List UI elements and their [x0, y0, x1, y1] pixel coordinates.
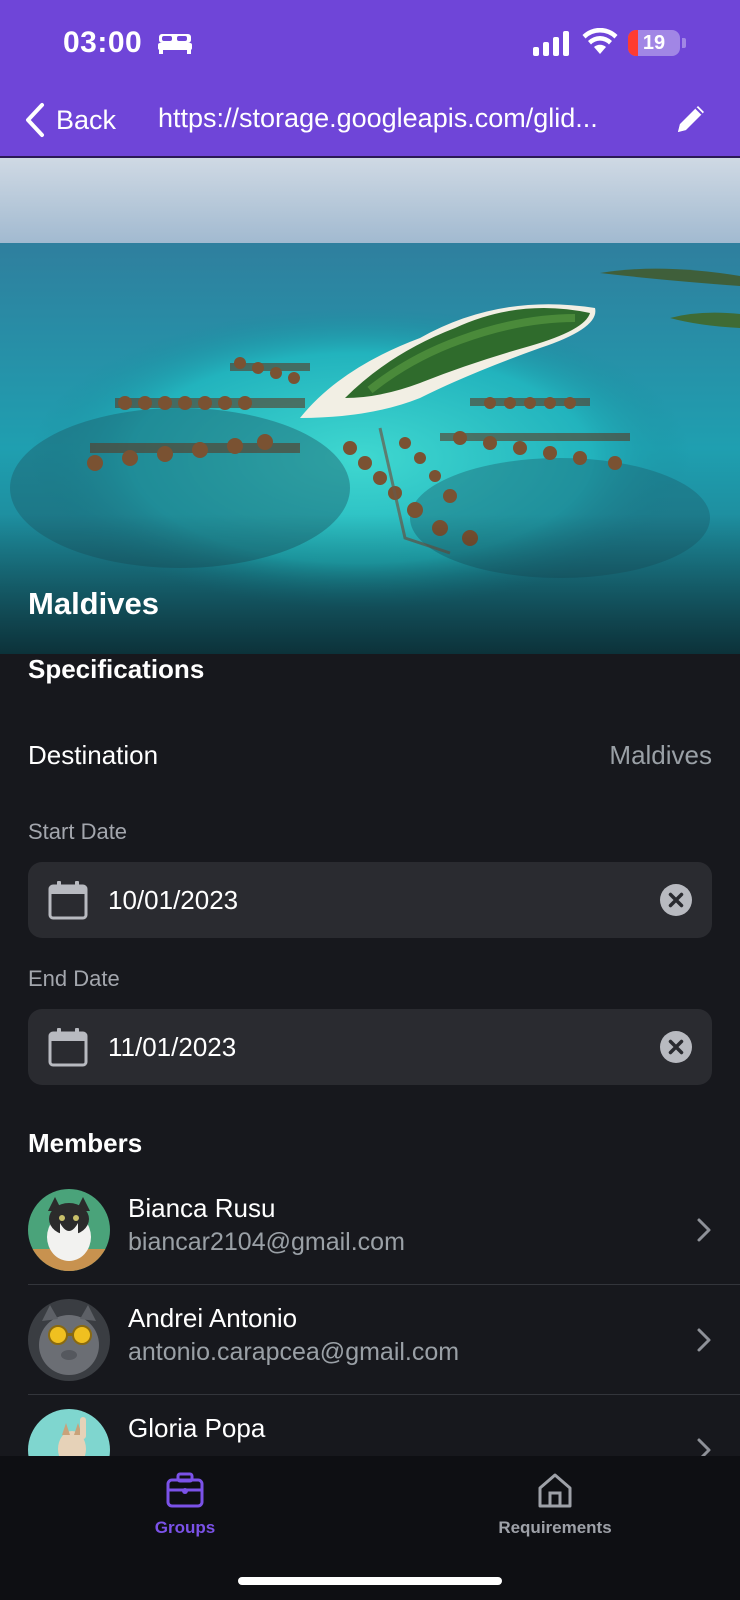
hero-shade — [0, 514, 740, 654]
clear-icon[interactable] — [660, 1031, 692, 1063]
pencil-icon[interactable] — [672, 100, 710, 138]
destination-value: Maldives — [609, 739, 712, 770]
tab-bar: Groups Requirements — [0, 1456, 740, 1600]
battery-nub — [682, 38, 686, 48]
hero-image: Maldives — [0, 158, 740, 654]
start-date-field[interactable]: 10/01/2023 — [28, 862, 712, 938]
member-name: Bianca Rusu — [128, 1193, 276, 1223]
chevron-right-icon — [697, 1218, 711, 1242]
end-date-field[interactable]: 11/01/2023 — [28, 1009, 712, 1085]
back-button[interactable]: Back — [24, 100, 116, 140]
wifi-icon — [582, 28, 618, 54]
briefcase-icon — [166, 1472, 204, 1508]
member-email: biancar2104@gmail.com — [128, 1228, 405, 1256]
tab-requirements[interactable]: Requirements — [455, 1470, 655, 1550]
back-label: Back — [56, 104, 117, 135]
chevron-left-icon — [26, 103, 44, 137]
tab-requirements-label: Requirements — [498, 1518, 612, 1537]
avatar — [28, 1189, 110, 1271]
member-row[interactable]: Andrei Antonio antonio.carapcea@gmail.co… — [28, 1285, 740, 1395]
app-header: 03:00 19 Back https://storage.googleapis… — [0, 0, 740, 158]
calendar-icon — [48, 881, 88, 920]
calendar-icon — [48, 1028, 88, 1067]
end-date-label: End Date — [28, 966, 120, 991]
tab-groups-label: Groups — [154, 1518, 216, 1537]
member-row[interactable]: Bianca Rusu biancar2104@gmail.com — [28, 1175, 740, 1285]
member-name: Andrei Antonio — [128, 1303, 298, 1333]
battery-icon: 19 — [628, 30, 680, 56]
avatar — [28, 1299, 110, 1381]
destination-row: Destination Maldives — [28, 735, 712, 775]
specifications-heading: Specifications — [28, 654, 205, 684]
tab-groups[interactable]: Groups — [85, 1470, 285, 1550]
destination-label: Destination — [28, 739, 159, 770]
member-email: antonio.carapcea@gmail.com — [128, 1338, 460, 1366]
home-indicator[interactable] — [238, 1577, 502, 1585]
bed-icon — [158, 34, 192, 54]
end-date-value: 11/01/2023 — [108, 1032, 237, 1062]
home-icon — [538, 1473, 572, 1508]
signal-icon — [533, 30, 569, 56]
nav-title: https://storage.googleapis.com/glid... — [158, 103, 598, 133]
clear-icon[interactable] — [660, 884, 692, 916]
start-date-value: 10/01/2023 — [108, 885, 239, 915]
chevron-right-icon — [697, 1328, 711, 1352]
hero-title: Maldives — [28, 586, 159, 621]
battery-level: 19 — [642, 32, 666, 54]
members-heading: Members — [28, 1128, 143, 1158]
start-date-label: Start Date — [28, 819, 128, 844]
status-time: 03:00 — [63, 26, 143, 59]
member-name: Gloria Popa — [128, 1413, 266, 1443]
